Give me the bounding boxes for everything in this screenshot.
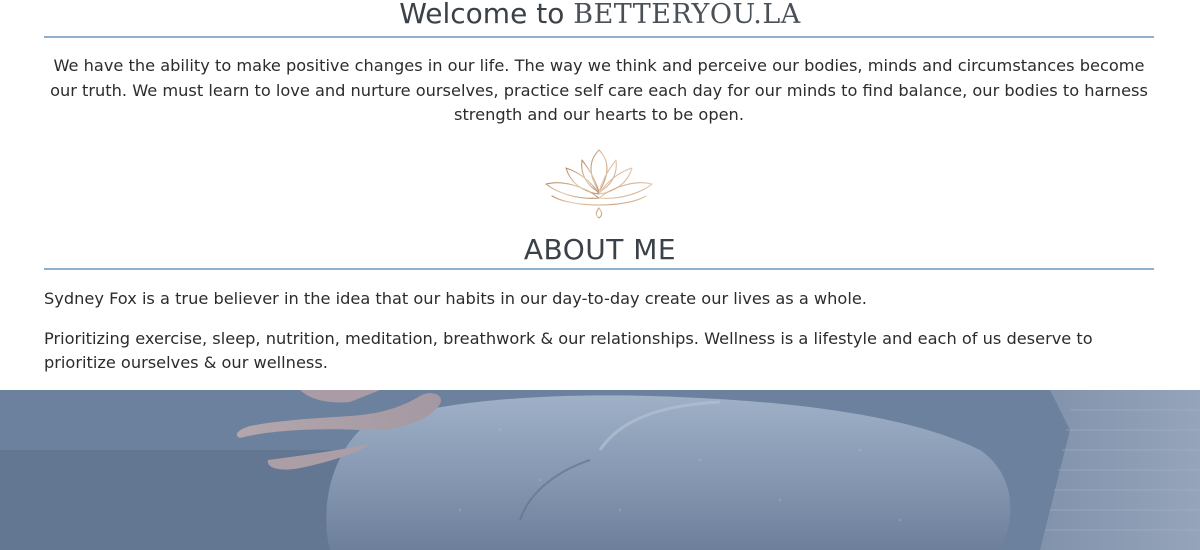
intro-paragraph: We have the ability to make positive cha… [50, 56, 1148, 124]
about-divider [44, 268, 1154, 270]
welcome-prefix: Welcome to [399, 0, 574, 30]
about-paragraph-1: Sydney Fox is a true believer in the ide… [44, 289, 867, 308]
title-divider [44, 36, 1154, 38]
lotus-icon [542, 148, 656, 222]
hero-background-image [0, 390, 1200, 550]
brand-name: BETTERYOU.LA [573, 0, 801, 30]
about-paragraph-2: Prioritizing exercise, sleep, nutrition,… [44, 329, 1093, 372]
about-heading: ABOUT ME [523, 233, 677, 266]
welcome-heading: Welcome to BETTERYOU.LA [0, 0, 1200, 35]
